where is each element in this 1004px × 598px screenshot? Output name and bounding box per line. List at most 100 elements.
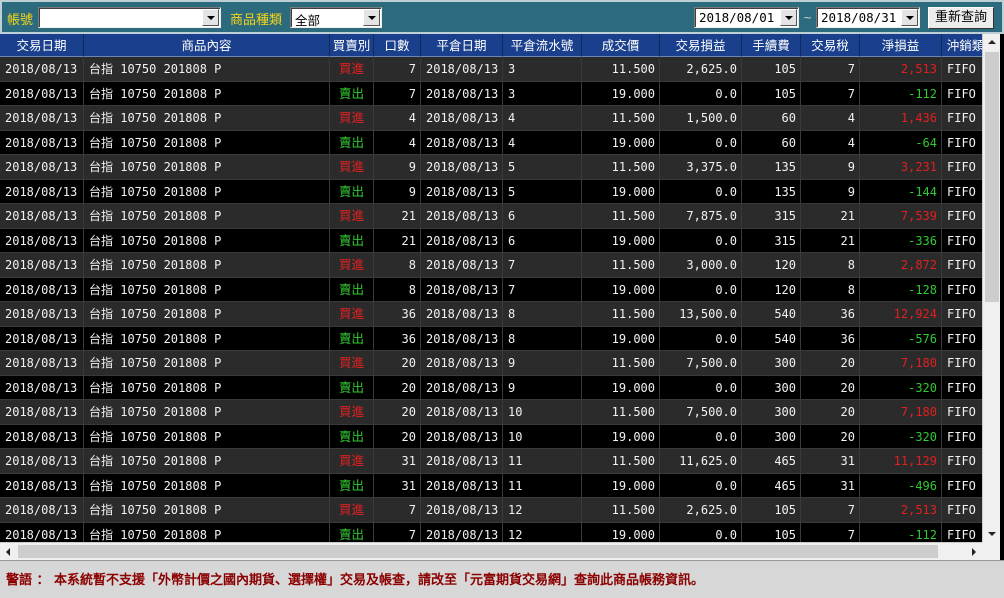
cell-product: 台指 10750 201808 P: [84, 106, 330, 131]
column-header-side[interactable]: 買賣別: [330, 34, 374, 57]
table-row[interactable]: 2018/08/13 台指 10750 201808 P 買進 4 2018/08/13…: [0, 106, 982, 131]
scroll-up-arrow-icon[interactable]: [983, 34, 1000, 51]
column-header-tax[interactable]: 交易稅: [801, 34, 860, 57]
table-row[interactable]: 2018/08/13 台指 10750 201808 P 賣出 7 2018/08/13…: [0, 522, 982, 542]
column-header-quantity[interactable]: 口數: [374, 34, 421, 57]
scroll-left-arrow-icon[interactable]: [0, 543, 17, 560]
table-row[interactable]: 2018/08/13 台指 10750 201808 P 買進 7 2018/08/13…: [0, 57, 982, 82]
cell-product: 台指 10750 201808 P: [84, 424, 330, 449]
cell-tax: 36: [801, 302, 860, 327]
table-row[interactable]: 2018/08/13 台指 10750 201808 P 賣出 8 2018/08/13…: [0, 277, 982, 302]
column-header-offset-type[interactable]: 沖銷類: [942, 34, 982, 57]
scroll-right-arrow-icon[interactable]: [965, 543, 982, 560]
cell-close-serial: 11: [503, 449, 582, 474]
account-select[interactable]: [38, 7, 221, 28]
cell-trade-date: 2018/08/13: [0, 253, 84, 278]
cell-close-serial: 4: [503, 130, 582, 155]
scroll-down-arrow-icon[interactable]: [983, 525, 1000, 542]
cell-fee: 135: [742, 155, 801, 180]
cell-trade-pnl: 0.0: [660, 130, 742, 155]
table-row[interactable]: 2018/08/13 台指 10750 201808 P 買進 20 2018/08/1…: [0, 351, 982, 376]
requery-button[interactable]: 重新查詢: [928, 7, 994, 29]
cell-quantity: 9: [374, 155, 421, 180]
cell-product: 台指 10750 201808 P: [84, 277, 330, 302]
table-row[interactable]: 2018/08/13 台指 10750 201808 P 買進 20 2018/08/1…: [0, 400, 982, 425]
cell-close-date: 2018/08/13: [421, 130, 503, 155]
column-header-close-date[interactable]: 平倉日期: [421, 34, 503, 57]
date-from-picker[interactable]: 2018/08/01: [694, 7, 799, 28]
horizontal-scrollbar[interactable]: [0, 542, 982, 560]
vertical-scroll-thumb[interactable]: [985, 52, 999, 302]
cell-price: 19.000: [582, 277, 660, 302]
table-row[interactable]: 2018/08/13 台指 10750 201808 P 賣出 21 2018/08/1…: [0, 228, 982, 253]
table-row[interactable]: 2018/08/13 台指 10750 201808 P 買進 8 2018/08/13…: [0, 253, 982, 278]
cell-fee: 60: [742, 130, 801, 155]
table-row[interactable]: 2018/08/13 台指 10750 201808 P 賣出 36 2018/08/1…: [0, 326, 982, 351]
cell-side: 賣出: [330, 326, 374, 351]
cell-quantity: 20: [374, 351, 421, 376]
cell-fee: 105: [742, 522, 801, 542]
cell-quantity: 31: [374, 473, 421, 498]
column-header-trade-pnl[interactable]: 交易損益: [660, 34, 742, 57]
cell-close-date: 2018/08/13: [421, 351, 503, 376]
table-row[interactable]: 2018/08/13 台指 10750 201808 P 賣出 20 2018/08/1…: [0, 424, 982, 449]
table-row[interactable]: 2018/08/13 台指 10750 201808 P 賣出 31 2018/08/1…: [0, 473, 982, 498]
chevron-down-icon[interactable]: [202, 9, 219, 26]
cell-trade-pnl: 2,625.0: [660, 57, 742, 82]
table-row[interactable]: 2018/08/13 台指 10750 201808 P 買進 7 2018/08/13…: [0, 498, 982, 523]
cell-product: 台指 10750 201808 P: [84, 400, 330, 425]
cell-close-date: 2018/08/13: [421, 498, 503, 523]
date-range-separator: ~: [803, 11, 813, 24]
column-header-close-serial[interactable]: 平倉流水號: [503, 34, 582, 57]
table-row[interactable]: 2018/08/13 台指 10750 201808 P 買進 21 2018/08/1…: [0, 204, 982, 229]
cell-tax: 7: [801, 498, 860, 523]
cell-product: 台指 10750 201808 P: [84, 302, 330, 327]
cell-side: 賣出: [330, 473, 374, 498]
cell-tax: 36: [801, 326, 860, 351]
cell-close-date: 2018/08/13: [421, 277, 503, 302]
cell-quantity: 20: [374, 400, 421, 425]
cell-product: 台指 10750 201808 P: [84, 130, 330, 155]
account-label: 帳號: [7, 13, 34, 28]
cell-trade-pnl: 0.0: [660, 326, 742, 351]
date-to-picker[interactable]: 2018/08/31: [816, 7, 920, 28]
cell-offset-type: FIFO: [942, 376, 982, 400]
column-header-net-pnl[interactable]: 淨損益: [860, 34, 942, 57]
vertical-scrollbar[interactable]: [982, 34, 1000, 542]
table-row[interactable]: 2018/08/13 台指 10750 201808 P 賣出 4 2018/08/13…: [0, 130, 982, 155]
cell-quantity: 7: [374, 81, 421, 106]
cell-close-serial: 9: [503, 351, 582, 376]
cell-trade-date: 2018/08/13: [0, 375, 84, 400]
cell-product: 台指 10750 201808 P: [84, 326, 330, 351]
cell-tax: 21: [801, 228, 860, 253]
table-row[interactable]: 2018/08/13 台指 10750 201808 P 買進 31 2018/08/1…: [0, 449, 982, 474]
horizontal-scroll-thumb[interactable]: [18, 545, 938, 558]
warning-bar: 警語 ： 本系統暫不支援「外幣計價之國內期貨、選擇權」交易及帳查，請改至「元富期…: [0, 560, 1004, 598]
cell-trade-date: 2018/08/13: [0, 522, 84, 542]
cell-trade-pnl: 0.0: [660, 277, 742, 302]
column-header-price[interactable]: 成交價: [582, 34, 660, 57]
cell-trade-pnl: 0.0: [660, 375, 742, 400]
cell-side: 買進: [330, 106, 374, 131]
column-header-trade-date[interactable]: 交易日期: [0, 34, 84, 57]
cell-close-date: 2018/08/13: [421, 253, 503, 278]
cell-offset-type: FIFO: [942, 131, 982, 155]
chevron-down-icon[interactable]: [780, 9, 797, 26]
cell-tax: 20: [801, 424, 860, 449]
column-header-fee[interactable]: 手續費: [742, 34, 801, 57]
chevron-down-icon[interactable]: [901, 9, 918, 26]
cell-side: 賣出: [330, 375, 374, 400]
cell-trade-date: 2018/08/13: [0, 81, 84, 106]
table-row[interactable]: 2018/08/13 台指 10750 201808 P 賣出 7 2018/08/13…: [0, 81, 982, 106]
cell-fee: 300: [742, 351, 801, 376]
chevron-down-icon[interactable]: [363, 9, 380, 26]
cell-price: 19.000: [582, 326, 660, 351]
cell-trade-pnl: 1,500.0: [660, 106, 742, 131]
table-row[interactable]: 2018/08/13 台指 10750 201808 P 賣出 20 2018/08/1…: [0, 375, 982, 400]
table-row[interactable]: 2018/08/13 台指 10750 201808 P 賣出 9 2018/08/13…: [0, 179, 982, 204]
table-row[interactable]: 2018/08/13 台指 10750 201808 P 買進 9 2018/08/13…: [0, 155, 982, 180]
product-type-select[interactable]: 全部: [290, 7, 382, 28]
column-header-product[interactable]: 商品內容: [84, 34, 330, 57]
cell-trade-pnl: 0.0: [660, 522, 742, 542]
table-row[interactable]: 2018/08/13 台指 10750 201808 P 買進 36 2018/08/1…: [0, 302, 982, 327]
